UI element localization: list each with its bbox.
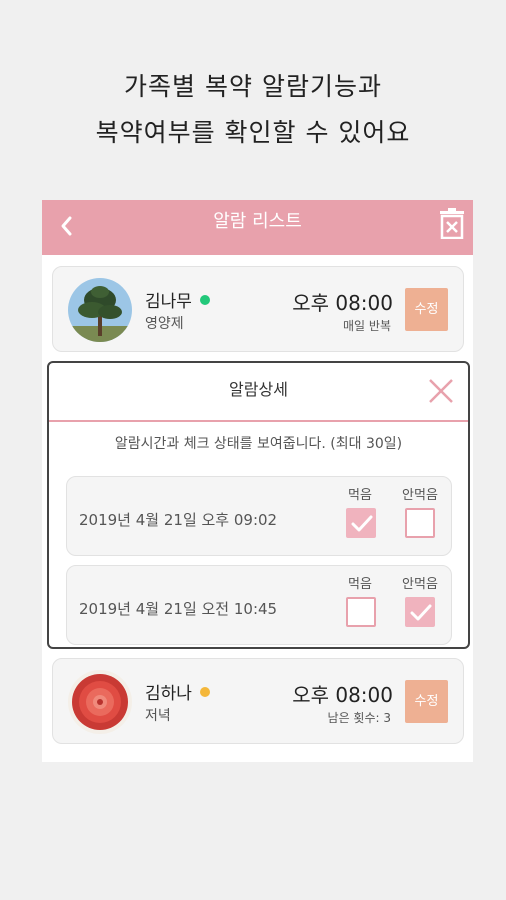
record-datetime: 2019년 4월 21일 오전 10:45 (79, 600, 278, 618)
medicine-label: 영양제 (145, 316, 184, 332)
avatar (68, 278, 132, 342)
check-icon (410, 604, 432, 621)
status-dot (199, 295, 210, 305)
taken-label: 먹음 (348, 488, 372, 503)
alarm-time: 오후 08:00 (292, 291, 393, 315)
intake-record: 2019년 4월 21일 오후 09:02 먹음 안먹음 (66, 476, 452, 556)
status-dot (199, 687, 210, 697)
close-icon[interactable] (428, 378, 454, 404)
headline-line-2: 복약여부를 확인할 수 있어요 (95, 118, 411, 147)
modal-description: 알람시간과 체크 상태를 보여줍니다. (최대 30일) (114, 436, 403, 452)
not-taken-label: 안먹음 (402, 488, 438, 503)
taken-label: 먹음 (348, 577, 372, 592)
record-datetime: 2019년 4월 21일 오후 09:02 (79, 511, 278, 529)
taken-checkbox[interactable] (346, 597, 376, 627)
page-title: 알람 리스트 (213, 211, 302, 232)
avatar (68, 670, 132, 734)
alarm-card[interactable]: 김나무 영양제 오후 08:00 매일 반복 수정 (52, 266, 464, 352)
intake-record: 2019년 4월 21일 오전 10:45 먹음 안먹음 (66, 565, 452, 645)
headline-line-1: 가족별 복약 알람기능과 (124, 72, 382, 101)
not-taken-label: 안먹음 (402, 577, 438, 592)
alarm-time: 오후 08:00 (292, 683, 393, 707)
modal-title: 알람상세 (229, 380, 288, 399)
taken-checkbox[interactable] (346, 508, 376, 538)
alarm-card[interactable]: 김하나 저녁 오후 08:00 남은 횟수: 3 수정 (52, 658, 464, 744)
trash-icon[interactable] (439, 207, 465, 239)
member-name: 김나무 (145, 287, 210, 312)
medicine-label: 저녁 (145, 708, 171, 724)
check-icon (351, 515, 373, 532)
edit-button[interactable]: 수정 (405, 680, 448, 723)
not-taken-checkbox[interactable] (405, 597, 435, 627)
member-name: 김하나 (145, 679, 210, 704)
modal-divider (49, 420, 468, 422)
not-taken-checkbox[interactable] (405, 508, 435, 538)
alarm-detail-modal: 알람상세 알람시간과 체크 상태를 보여줍니다. (최대 30일) 2019년 … (47, 361, 470, 649)
app-bar: 알람 리스트 (42, 200, 473, 255)
remaining-count: 남은 횟수: 3 (327, 711, 391, 725)
edit-button[interactable]: 수정 (405, 288, 448, 331)
repeat-info: 매일 반복 (343, 319, 391, 333)
